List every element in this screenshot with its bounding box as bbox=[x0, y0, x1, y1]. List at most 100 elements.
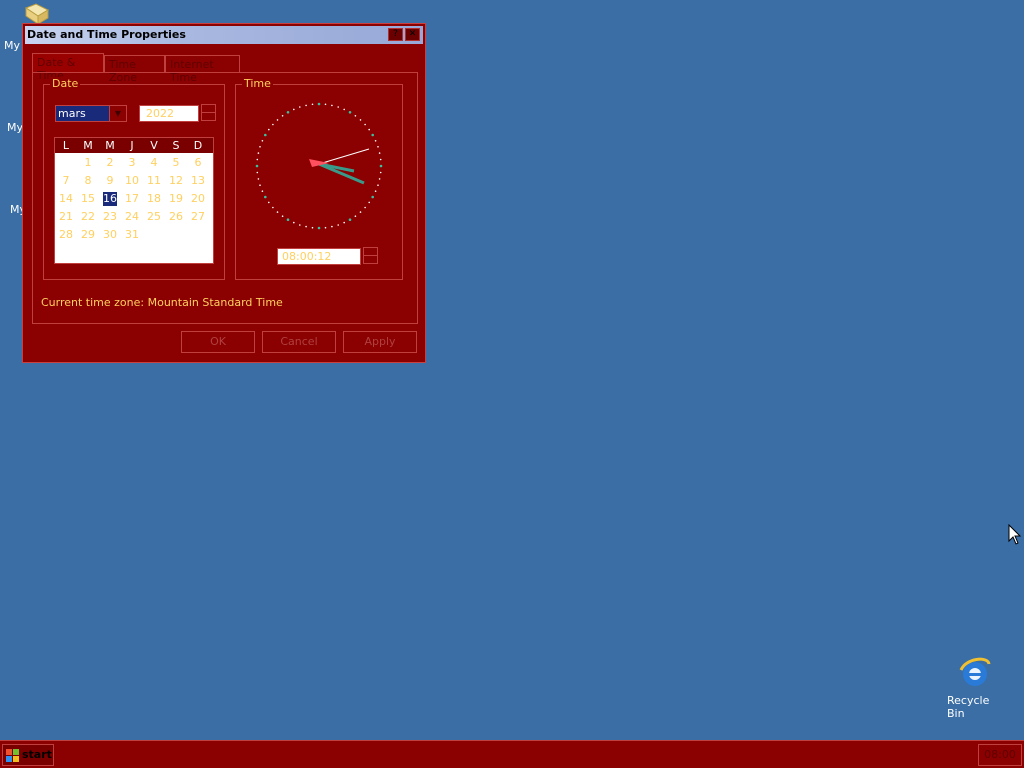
help-button[interactable]: ? bbox=[388, 28, 403, 41]
clock-tick bbox=[343, 108, 345, 111]
calendar-day[interactable]: 31 bbox=[121, 228, 143, 242]
calendar-day[interactable]: 20 bbox=[187, 192, 209, 206]
clock-tick bbox=[286, 218, 290, 221]
clock-tick bbox=[281, 115, 284, 117]
clock-tick bbox=[331, 225, 333, 228]
calendar-day[interactable]: 16 bbox=[103, 192, 117, 206]
clock-tick bbox=[354, 215, 357, 217]
calendar-day[interactable]: 17 bbox=[121, 192, 143, 206]
calendar-day[interactable]: 25 bbox=[143, 210, 165, 224]
calendar-day[interactable]: 26 bbox=[165, 210, 187, 224]
clock-tick bbox=[256, 171, 259, 174]
calendar-day[interactable]: 21 bbox=[55, 210, 77, 224]
clock-tick bbox=[293, 221, 295, 224]
calendar-day[interactable]: 15 bbox=[77, 192, 99, 206]
calendar-day[interactable]: 24 bbox=[121, 210, 143, 224]
clock-tick bbox=[259, 146, 261, 148]
clock-tick bbox=[374, 140, 377, 142]
calendar-day[interactable]: 11 bbox=[143, 174, 165, 188]
year-spinner[interactable] bbox=[201, 104, 216, 121]
calendar-day[interactable]: 27 bbox=[187, 210, 209, 224]
clock-tick bbox=[364, 206, 366, 209]
calendar-day[interactable]: 13 bbox=[187, 174, 209, 188]
tab-panel: Date mars ▼ 2022 L M M J V S D 123456789… bbox=[32, 72, 418, 324]
time-field[interactable]: 08:00:12 bbox=[277, 248, 361, 265]
title-bar[interactable]: Date and Time Properties ? ✕ bbox=[25, 26, 423, 44]
clock-second-hand bbox=[318, 148, 370, 165]
clock-tick bbox=[371, 195, 374, 199]
tab-internet-time[interactable]: Internet Time bbox=[165, 55, 240, 84]
month-select[interactable]: mars ▼ bbox=[55, 105, 127, 122]
clock-tick bbox=[276, 211, 279, 213]
recycle-bin-label: Recycle Bin bbox=[947, 694, 990, 720]
window-title: Date and Time Properties bbox=[27, 28, 186, 41]
clock-tick bbox=[368, 201, 370, 204]
clock-tick bbox=[261, 140, 264, 142]
ok-button[interactable]: OK bbox=[181, 331, 255, 353]
start-button[interactable]: start bbox=[2, 744, 54, 766]
clock-tick bbox=[324, 103, 327, 106]
clock-tick bbox=[264, 133, 267, 137]
calendar-day[interactable]: 18 bbox=[143, 192, 165, 206]
calendar-day[interactable]: 28 bbox=[55, 228, 77, 242]
weekday-header: M bbox=[105, 139, 115, 152]
mouse-cursor-icon bbox=[1008, 524, 1022, 545]
time-spinner[interactable] bbox=[363, 247, 378, 264]
clock-tick bbox=[261, 190, 264, 192]
date-time-properties-dialog: Date and Time Properties ? ✕ Date & Time… bbox=[22, 23, 426, 363]
clock-tick bbox=[348, 218, 352, 221]
calendar-day[interactable]: 3 bbox=[121, 156, 143, 170]
clock-tick bbox=[257, 152, 260, 154]
date-group-label: Date bbox=[50, 77, 81, 90]
tab-time-zone[interactable]: Time Zone bbox=[104, 55, 165, 84]
calendar-day[interactable]: 9 bbox=[99, 174, 121, 188]
calendar-day[interactable]: 4 bbox=[143, 156, 165, 170]
calendar-day[interactable]: 2 bbox=[99, 156, 121, 170]
calendar-grid: L M M J V S D 1 2 3 4 5 6 7 8 9 10 11 12 13 14 15 16 17 1… bbox=[54, 137, 214, 264]
cancel-button[interactable]: Cancel bbox=[262, 331, 336, 353]
clock-tick bbox=[299, 224, 301, 226]
clock-tick bbox=[299, 106, 301, 108]
calendar-day[interactable]: 7 bbox=[55, 174, 77, 188]
clock-tick bbox=[311, 226, 314, 229]
close-button[interactable]: ✕ bbox=[405, 28, 420, 41]
chevron-down-icon[interactable]: ▼ bbox=[109, 106, 126, 121]
clock-tick bbox=[343, 221, 345, 224]
calendar-day[interactable]: 5 bbox=[165, 156, 187, 170]
calendar-day[interactable]: 14 bbox=[55, 192, 77, 206]
clock-tick bbox=[354, 115, 357, 117]
calendar-day[interactable]: 6 bbox=[187, 156, 209, 170]
clock-tick bbox=[305, 225, 307, 228]
weekday-header: L bbox=[62, 139, 70, 152]
clock-tick bbox=[359, 211, 362, 213]
system-tray-clock[interactable]: 08:00 bbox=[978, 744, 1022, 766]
calendar-day[interactable]: 8 bbox=[77, 174, 99, 188]
clock-tick bbox=[337, 224, 339, 226]
clock-tick bbox=[378, 152, 381, 154]
clock-tick bbox=[378, 178, 381, 180]
clock-tick bbox=[317, 226, 321, 230]
clock-tick bbox=[286, 111, 290, 114]
tab-date-time[interactable]: Date & Time bbox=[32, 53, 104, 82]
calendar-day[interactable]: 10 bbox=[121, 174, 143, 188]
clock-tick bbox=[379, 171, 382, 174]
clock-tick bbox=[377, 146, 379, 148]
calendar-day[interactable]: 29 bbox=[77, 228, 99, 242]
calendar-day[interactable]: 30 bbox=[99, 228, 121, 242]
desktop-icon-recycle-bin[interactable]: Recycle Bin bbox=[944, 656, 1006, 720]
calendar-day[interactable]: 23 bbox=[99, 210, 121, 224]
calendar-day[interactable]: 12 bbox=[165, 174, 187, 188]
clock-tick bbox=[379, 164, 383, 168]
year-field[interactable]: 2022 bbox=[139, 105, 199, 122]
taskbar: start 08:00 bbox=[0, 740, 1024, 768]
clock-tick bbox=[331, 104, 333, 107]
internet-explorer-icon bbox=[959, 657, 991, 686]
calendar-day[interactable]: 1 bbox=[77, 156, 99, 170]
clock-tick bbox=[311, 103, 314, 106]
apply-button[interactable]: Apply bbox=[343, 331, 417, 353]
current-time-zone-label: Current time zone: Mountain Standard Tim… bbox=[41, 296, 283, 309]
clock-tick bbox=[264, 195, 267, 199]
calendar-day[interactable]: 19 bbox=[165, 192, 187, 206]
clock-tick bbox=[359, 119, 362, 121]
calendar-day[interactable]: 22 bbox=[77, 210, 99, 224]
